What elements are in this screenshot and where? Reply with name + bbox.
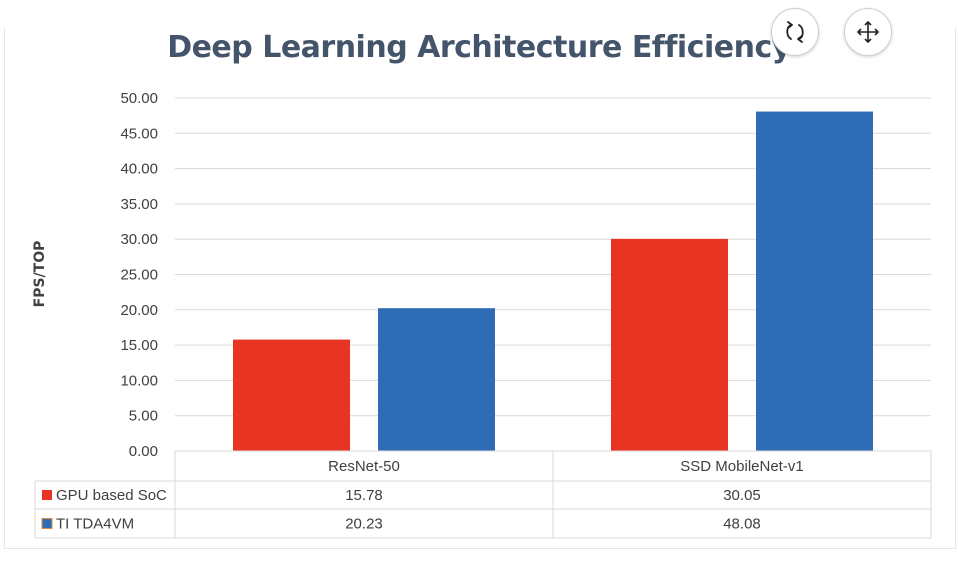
y-tick-label: 30.00 — [120, 231, 158, 248]
bars — [233, 111, 873, 451]
bar-gpu-soc-0 — [233, 339, 350, 451]
y-tick-label: 0.00 — [129, 443, 158, 460]
y-tick-label: 5.00 — [129, 408, 158, 425]
move-icon — [857, 21, 879, 43]
y-axis-label: FPS/TOP — [32, 241, 48, 308]
y-tick-label: 40.00 — [120, 161, 158, 178]
table-value: 20.23 — [345, 516, 383, 533]
y-tick-label: 15.00 — [120, 337, 158, 354]
y-tick-label: 20.00 — [120, 302, 158, 319]
table-value: 30.05 — [723, 487, 761, 504]
x-category-label: SSD MobileNet-v1 — [680, 458, 803, 475]
chart-frame: 0.00 5.00 10.00 15.00 20.00 25.00 30.00 35.00 40… — [0, 0, 958, 562]
data-table: ResNet-50 SSD MobileNet-v1 GPU based SoC 15… — [34, 450, 932, 539]
refresh-button[interactable] — [771, 8, 819, 56]
y-axis-ticks: 0.00 5.00 10.00 15.00 20.00 25.00 30.00 35.00 40… — [120, 90, 158, 460]
move-button[interactable] — [844, 8, 892, 56]
bar-ti-tda4vm-0 — [378, 308, 495, 451]
y-tick-label: 45.00 — [120, 125, 158, 142]
legend-key-0 — [42, 490, 52, 500]
chart-canvas: 0.00 5.00 10.00 15.00 20.00 25.00 30.00 35.00 40… — [32, 90, 932, 539]
y-tick-label: 10.00 — [120, 372, 158, 389]
bar-ti-tda4vm-1 — [756, 111, 873, 451]
legend-key-1 — [41, 518, 53, 529]
y-tick-label: 50.00 — [120, 90, 158, 107]
table-value: 15.78 — [345, 487, 383, 504]
x-category-label: ResNet-50 — [328, 458, 400, 475]
y-tick-label: 35.00 — [120, 196, 158, 213]
rotate-icon — [786, 21, 804, 43]
table-value: 48.08 — [723, 516, 761, 533]
y-tick-label: 25.00 — [120, 267, 158, 284]
bar-gpu-soc-1 — [611, 238, 728, 451]
legend-series-name: GPU based SoC — [56, 487, 167, 504]
legend-series-name: TI TDA4VM — [56, 516, 134, 533]
